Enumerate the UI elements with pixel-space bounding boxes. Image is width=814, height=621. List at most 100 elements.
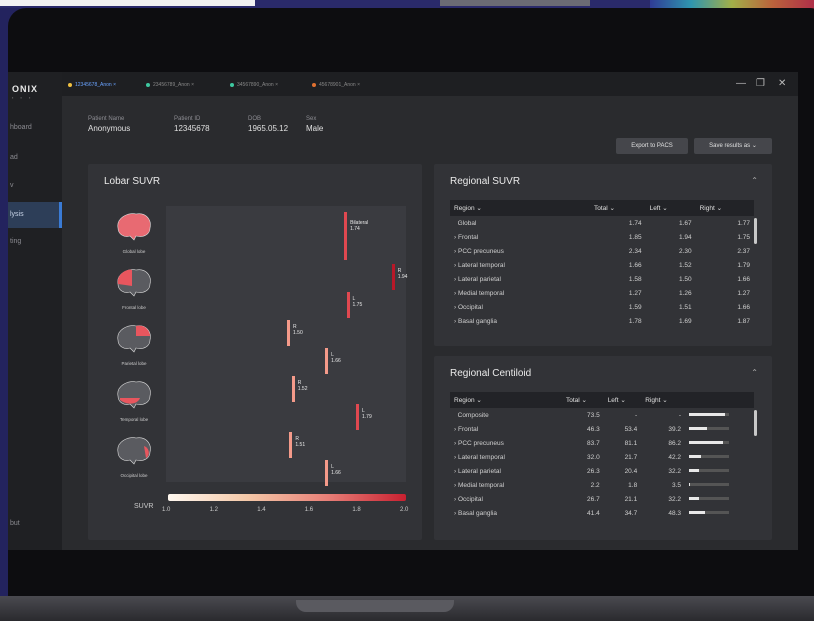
- col-header-right[interactable]: Right ⌄: [695, 200, 754, 216]
- suvr-marker-label: L 1.79: [362, 408, 372, 420]
- left-cell: 1.69: [678, 317, 692, 325]
- sidebar-item-analysis[interactable]: lysis: [8, 202, 62, 228]
- table-row[interactable]: › Frontal 1.85 1.94 1.75: [450, 230, 754, 244]
- table-row[interactable]: › Basal ganglia 41.4 34.7 48.3: [450, 506, 754, 520]
- tab-label: 12345678_Anon: [75, 82, 112, 88]
- patient-name-field: Patient Name Anonymous: [88, 116, 130, 133]
- total-cell: 1.85: [628, 233, 642, 241]
- sidebar-item-about[interactable]: but: [8, 514, 62, 534]
- region-cell: › Basal ganglia: [454, 509, 498, 517]
- tab-patient-1[interactable]: 12345678_Anon ×: [68, 78, 116, 92]
- col-header-left[interactable]: Left ⌄: [603, 392, 642, 408]
- col-header-total[interactable]: Total ⌄: [590, 200, 646, 216]
- collapse-chevron-icon[interactable]: ⌃: [751, 368, 758, 377]
- close-icon[interactable]: ✕: [778, 78, 786, 89]
- table-row[interactable]: › Lateral temporal 1.66 1.52 1.79: [450, 258, 754, 272]
- tab-patient-3[interactable]: 34567890_Anon ×: [230, 78, 278, 92]
- marker-value: 1.51: [295, 442, 306, 448]
- suvr-marker[interactable]: [325, 460, 329, 486]
- top-thumbnail: [440, 0, 590, 6]
- right-cell: 42.2: [668, 453, 681, 461]
- col-header-region[interactable]: Region ⌄: [450, 392, 562, 408]
- brain-thumbnail: Temporal lobe: [100, 378, 168, 422]
- sex-label: Sex: [306, 116, 317, 122]
- tab-patient-4[interactable]: 45678901_Anon ×: [312, 78, 360, 92]
- table-row[interactable]: › Basal ganglia 1.78 1.69 1.87: [450, 314, 754, 328]
- suvr-scrollbar[interactable]: [754, 218, 757, 244]
- centiloid-level-bar: [688, 469, 729, 473]
- table-row[interactable]: Composite 73.5 - -: [450, 408, 754, 422]
- table-row[interactable]: › Lateral parietal 1.58 1.50 1.66: [450, 272, 754, 286]
- table-row[interactable]: › PCC precuneus 2.34 2.30 2.37: [450, 244, 754, 258]
- centiloid-level-bar: [688, 427, 729, 431]
- brain-thumbnail: Occipital lobe: [100, 434, 168, 478]
- table-row[interactable]: › Lateral parietal 26.3 20.4 32.2: [450, 464, 754, 478]
- brain-icon: [117, 437, 151, 465]
- centiloid-level-fill: [688, 483, 691, 487]
- col-header-region[interactable]: Region ⌄: [450, 200, 590, 216]
- region-cell: › PCC precuneus: [454, 439, 504, 447]
- col-header-right[interactable]: Right ⌄: [641, 392, 685, 408]
- collapse-chevron-icon[interactable]: ⌃: [751, 176, 758, 185]
- suvr-marker[interactable]: [291, 376, 295, 402]
- table-row[interactable]: › Lateral temporal 32.0 21.7 42.2: [450, 450, 754, 464]
- region-name: Medial temporal: [457, 289, 505, 297]
- table-row[interactable]: Global 1.74 1.67 1.77: [450, 216, 754, 230]
- table-row[interactable]: › Medial temporal 1.27 1.26 1.27: [450, 286, 754, 300]
- regional-centiloid-title: Regional Centiloid: [450, 368, 532, 379]
- save-results-button[interactable]: Save results as ⌄: [694, 138, 772, 154]
- marker-value: 1.75: [352, 302, 363, 308]
- level-bar-cell: [685, 492, 754, 506]
- left-cell: 81.1: [624, 439, 638, 447]
- centiloid-level-fill: [688, 427, 707, 431]
- suvr-marker[interactable]: [289, 432, 293, 458]
- sidebar-item-dashboard[interactable]: hboard: [8, 118, 62, 138]
- suvr-marker[interactable]: [356, 404, 360, 430]
- suvr-marker[interactable]: [346, 292, 350, 318]
- sidebar-item-view[interactable]: v: [8, 176, 62, 196]
- centiloid-level-bar: [688, 497, 729, 501]
- brain-icon: [117, 269, 151, 297]
- suvr-marker[interactable]: [325, 348, 329, 374]
- region-name: Lateral temporal: [457, 261, 505, 269]
- centiloid-level-fill: [688, 455, 701, 459]
- region-cell: › Frontal: [454, 233, 479, 241]
- scale-tick-label: 1.0: [162, 507, 171, 513]
- tab-patient-2[interactable]: 23456789_Anon ×: [146, 78, 194, 92]
- centiloid-level-fill: [688, 469, 699, 473]
- restore-icon[interactable]: ❐: [756, 78, 765, 89]
- table-row[interactable]: › Medial temporal 2.2 1.8 3.5: [450, 478, 754, 492]
- photo-background: ONIX ▪ ▪ ▪ hboard ad v lysis ting but 12…: [0, 0, 814, 621]
- suvr-marker[interactable]: [391, 264, 395, 290]
- total-cell: 1.66: [628, 261, 642, 269]
- table-row[interactable]: › Frontal 46.3 53.4 39.2: [450, 422, 754, 436]
- tab-label: 23456789_Anon: [153, 82, 190, 88]
- centiloid-level-bar: [688, 413, 729, 417]
- col-header-label: Right: [645, 397, 661, 404]
- total-cell: 41.4: [587, 509, 600, 517]
- col-header-label: Total: [566, 397, 580, 404]
- total-cell: 1.78: [628, 317, 642, 325]
- col-header-left[interactable]: Left ⌄: [645, 200, 696, 216]
- minimize-icon[interactable]: —: [736, 78, 746, 89]
- level-bar-cell: [685, 464, 754, 478]
- col-header-total[interactable]: Total ⌄: [562, 392, 604, 408]
- regional-centiloid-panel: Regional Centiloid ⌃ Region ⌄ Total ⌄ Le…: [434, 356, 772, 540]
- col-header-label: Left: [607, 397, 619, 404]
- right-cell: 32.2: [668, 467, 681, 475]
- region-cell: Composite: [450, 408, 562, 422]
- suvr-marker[interactable]: [287, 320, 290, 346]
- table-row[interactable]: › PCC precuneus 83.7 81.1 86.2: [450, 436, 754, 450]
- region-cell: › Occipital: [454, 303, 483, 311]
- sidebar-item-upload[interactable]: ad: [8, 148, 62, 168]
- table-row[interactable]: › Occipital 1.59 1.51 1.66: [450, 300, 754, 314]
- tab-status-dot: [68, 82, 72, 87]
- sidebar-item-setting[interactable]: ting: [8, 232, 62, 252]
- level-bar-cell: [685, 478, 754, 492]
- right-cell: 1.27: [737, 289, 750, 297]
- region-cell: Global: [450, 216, 590, 230]
- suvr-marker[interactable]: [344, 212, 348, 260]
- table-row[interactable]: › Occipital 26.7 21.1 32.2: [450, 492, 754, 506]
- export-to-pacs-button[interactable]: Export to PACS: [616, 138, 688, 154]
- centiloid-scrollbar[interactable]: [754, 410, 757, 436]
